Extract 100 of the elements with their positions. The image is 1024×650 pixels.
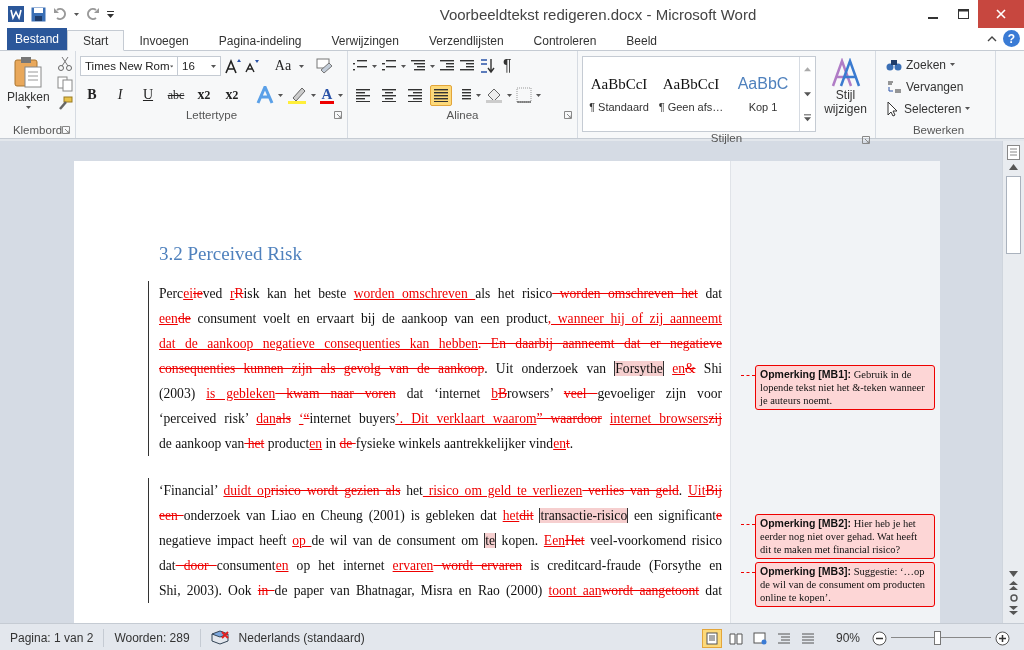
dialog-launcher-icon[interactable] bbox=[862, 136, 870, 144]
borders-icon[interactable] bbox=[516, 87, 532, 103]
text-effects-icon[interactable] bbox=[256, 86, 274, 104]
collapse-ribbon-icon[interactable] bbox=[987, 35, 997, 42]
editing-button[interactable]: Zoeken bbox=[886, 54, 991, 75]
font-name-field[interactable]: Times New Rom bbox=[80, 56, 178, 76]
tracked-paragraph: ‘Financial’ duidt oprisico wordt gezien als het risico om geld te verliezen verlies van geld. UitBij een onderzoek van Liao en Cheung (2001) is gebleken dat hetdit transactie-risico een significante negatieve impact heeft op de wil van de consument om te kopen. EenHet veel-voorkomend risico dat door consumenten op het internet ervaren wordt ervaren is creditcard-fraude (Forsythe en Shi, 2003). Ook in de paper van Bhatnagar, Misra en Rao (2000) toont aanwordt aangetoont dat bbox=[148, 478, 722, 603]
caret-icon bbox=[278, 93, 283, 97]
format-button[interactable]: B bbox=[80, 85, 104, 105]
group-label: Stijlen bbox=[710, 132, 743, 144]
caret-icon bbox=[338, 93, 343, 97]
group-label: Alinea bbox=[446, 109, 479, 121]
zoom-slider-thumb[interactable] bbox=[934, 631, 941, 645]
shrink-font-icon[interactable] bbox=[245, 59, 259, 73]
next-page-icon[interactable] bbox=[1009, 606, 1018, 615]
ribbon-tab[interactable]: Start bbox=[67, 30, 125, 51]
ribbon-tab[interactable]: Beeld bbox=[611, 30, 672, 51]
style-item[interactable]: AaBbC Kop 1 bbox=[727, 57, 799, 131]
status-item: Pagina: 1 van 2 bbox=[0, 629, 105, 647]
customize-toolbar-icon[interactable] bbox=[107, 10, 114, 18]
pointer-icon bbox=[886, 100, 900, 117]
font-color-button[interactable]: A bbox=[320, 86, 334, 104]
proofing-icon[interactable] bbox=[210, 630, 229, 646]
caret-icon bbox=[169, 64, 173, 68]
format-button[interactable]: abc bbox=[164, 85, 188, 105]
dialog-launcher-icon[interactable] bbox=[564, 111, 572, 119]
comment-balloon[interactable]: Opmerking [MB2]: Hier heb je het eerder nog niet over gehad. Wat heeft dit te maken met financial risico? bbox=[755, 514, 935, 559]
multilevel-list-icon[interactable] bbox=[410, 59, 426, 73]
scrollbar-thumb[interactable] bbox=[1006, 176, 1021, 254]
format-painter-icon[interactable] bbox=[56, 96, 73, 112]
clear-formatting-icon[interactable] bbox=[316, 58, 334, 74]
comment-balloon[interactable]: Opmerking [MB3]: Suggestie: ‘…op de wil van de consument om producten online te kopen’. bbox=[755, 562, 935, 607]
maximize-icon[interactable] bbox=[957, 9, 969, 19]
ruler-toggle-icon[interactable] bbox=[1007, 145, 1020, 160]
word-logo-icon[interactable] bbox=[8, 6, 24, 22]
ribbon-tab[interactable]: Verwijzingen bbox=[316, 30, 414, 51]
ribbon-tab[interactable]: Invoegen bbox=[124, 30, 204, 51]
zoom-in-icon[interactable] bbox=[995, 630, 1010, 646]
undo-icon[interactable] bbox=[53, 7, 67, 21]
web-view-icon bbox=[752, 631, 767, 645]
paste-button[interactable]: Plakken bbox=[4, 54, 53, 122]
font-size-field[interactable]: 16 bbox=[177, 56, 221, 76]
reading-view-icon bbox=[728, 631, 743, 645]
caret-icon bbox=[950, 63, 956, 66]
styles-letters-icon bbox=[830, 58, 861, 88]
caret-icon bbox=[536, 93, 541, 97]
caret-icon bbox=[507, 93, 512, 97]
editing-button[interactable]: Vervangen bbox=[886, 76, 991, 97]
status-item: Nederlands (standaard) bbox=[237, 630, 366, 647]
previous-page-icon[interactable] bbox=[1009, 581, 1018, 590]
ribbon-tab[interactable]: Verzendlijsten bbox=[413, 30, 519, 51]
replace-icon bbox=[886, 79, 902, 94]
style-item[interactable]: AaBbCcI ¶ Standaard bbox=[583, 57, 655, 131]
group-label: Lettertype bbox=[185, 109, 238, 121]
show-formatting-button[interactable]: ¶ bbox=[499, 57, 516, 75]
window-title: Voorbeeldtekst redigeren.docx - Microsoft Word bbox=[438, 5, 758, 23]
caret-icon bbox=[74, 12, 79, 16]
ribbon-tab[interactable]: Controleren bbox=[518, 30, 612, 51]
binoculars-icon bbox=[886, 57, 902, 72]
file-tab[interactable]: Bestand bbox=[7, 28, 68, 50]
format-button[interactable]: I bbox=[108, 85, 132, 105]
scissors-icon[interactable] bbox=[56, 56, 73, 72]
sort-icon[interactable] bbox=[479, 58, 495, 74]
decrease-indent-icon[interactable] bbox=[439, 59, 455, 73]
status-item: Woorden: 289 bbox=[104, 629, 201, 647]
grow-font-icon[interactable] bbox=[225, 58, 241, 74]
browse-object-icon[interactable] bbox=[1009, 594, 1018, 602]
numbered-list-icon[interactable] bbox=[381, 59, 397, 73]
save-icon[interactable] bbox=[31, 6, 46, 22]
caret-icon bbox=[211, 64, 216, 68]
caret-icon bbox=[299, 64, 304, 68]
caret-icon bbox=[25, 106, 31, 109]
format-button[interactable]: U bbox=[136, 85, 160, 105]
shading-icon[interactable] bbox=[485, 87, 503, 103]
ribbon-tab[interactable]: Pagina-indeling bbox=[203, 30, 317, 51]
dialog-launcher-icon[interactable] bbox=[334, 111, 342, 119]
scroll-down-icon[interactable] bbox=[1009, 571, 1018, 577]
group-label: Klembord bbox=[12, 124, 63, 136]
change-case-button[interactable]: Aa bbox=[271, 56, 295, 76]
outline-view-icon bbox=[776, 631, 791, 645]
bullet-list-icon[interactable] bbox=[352, 59, 368, 73]
comment-balloon[interactable]: Opmerking [MB1]: Gebruik in de lopende tekst niet het &-teken wanneer je auteurs noemt. bbox=[755, 365, 935, 410]
redo-icon[interactable] bbox=[86, 7, 100, 21]
caret-icon bbox=[965, 107, 971, 110]
caret-icon bbox=[372, 64, 377, 68]
highlight-icon[interactable] bbox=[287, 86, 307, 104]
dialog-launcher-icon[interactable] bbox=[62, 126, 70, 134]
zoom-out-icon[interactable] bbox=[872, 630, 887, 646]
editing-button[interactable]: Selecteren bbox=[886, 98, 991, 119]
caret-icon bbox=[401, 64, 406, 68]
style-item[interactable]: AaBbCcI ¶ Geen afs… bbox=[655, 57, 727, 131]
caret-icon bbox=[311, 93, 316, 97]
help-button[interactable]: ? bbox=[1003, 30, 1020, 47]
group-label: Bewerken bbox=[912, 124, 965, 136]
increase-indent-icon[interactable] bbox=[459, 59, 475, 73]
close-button[interactable] bbox=[978, 0, 1024, 28]
change-styles-button[interactable]: Stijl wijzigen bbox=[820, 54, 871, 132]
view-button[interactable] bbox=[701, 628, 722, 648]
scroll-up-icon[interactable] bbox=[1009, 164, 1018, 170]
zoom-level: 90% bbox=[834, 631, 861, 645]
